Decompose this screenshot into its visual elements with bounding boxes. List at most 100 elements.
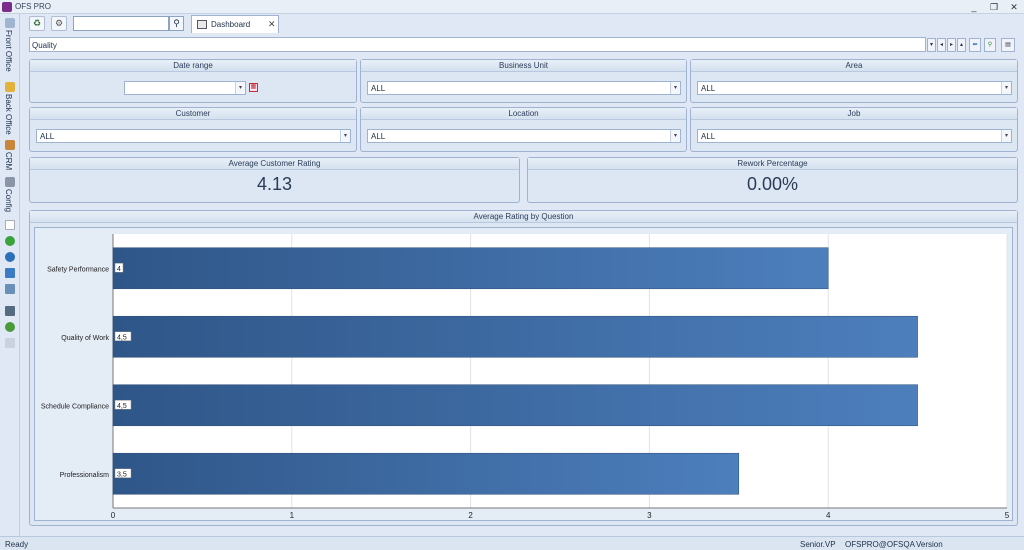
status-version: Version 2.3.6241.22611/1.0.0.0 [916,540,998,550]
crm-icon [5,140,15,150]
job-combo[interactable]: ALL ▾ [697,129,1012,143]
app-title: OFS PRO [15,2,52,11]
chevron-down-icon: ▾ [670,130,680,142]
avg-rating-panel: Average Customer Rating 4.13 [29,157,520,203]
prev-icon[interactable]: ◂ [937,38,946,52]
layout-icon[interactable]: ▤ [1001,38,1015,52]
globe-icon[interactable] [5,252,15,262]
chart-title: Average Rating by Question [30,211,1017,223]
zoom-icon[interactable]: ⚲ [984,38,996,52]
sidebar-tab-label: Config [4,189,13,213]
sidebar-tab-config[interactable]: Config [2,177,18,221]
panel-title: Customer [30,108,356,120]
data-label: 4 [117,266,121,273]
location-panel: Location ALL ▾ [360,107,687,152]
search-input[interactable] [73,16,169,31]
dashboard-icon [197,20,207,29]
rework-value: 0.00% [746,174,799,194]
customer-panel: Customer ALL ▾ [29,107,357,152]
data-label: 4,5 [117,403,127,410]
calendar-icon[interactable]: ▦ [249,83,258,92]
x-tick-label: 1 [290,511,295,520]
sidebar-tab-label: Front Office [4,30,13,72]
chevron-down-icon: ▾ [1001,82,1011,94]
dashboard-select[interactable]: Quality [29,37,926,52]
calculator-icon[interactable] [5,284,15,294]
tab-label: Dashboard [211,20,251,29]
combo-value: ALL [371,132,386,141]
windows-icon[interactable] [5,268,15,278]
settings-button[interactable]: ⚙ [51,16,67,31]
close-window-icon[interactable]: ✕ [1008,1,1020,13]
x-tick-label: 3 [647,511,652,520]
date-range-combo[interactable]: ▾ [124,81,246,95]
toolbar: ♻ ⚙ ⚲ Dashboard ✕ [21,15,1024,33]
title-bar: OFS PRO _ ❐ ✕ [0,0,1024,14]
area-combo[interactable]: ALL ▾ [697,81,1012,95]
monitor-icon[interactable] [5,306,15,316]
date-range-panel: Date range ▾ ▦ [29,59,357,103]
front-office-icon [5,18,15,28]
chevron-down-icon: ▾ [235,82,245,94]
category-label: Professionalism [60,472,110,479]
sidebar-tab-crm[interactable]: CRM [2,140,18,178]
chevron-down-icon: ▾ [340,130,350,142]
sidebar-tab-front-office[interactable]: Front Office [2,18,18,80]
bar [112,315,918,358]
up-icon[interactable]: ▴ [957,38,966,52]
data-label: 4,5 [117,334,127,341]
panel-title: Job [691,108,1017,120]
panel-title: Area [691,60,1017,72]
category-label: Quality of Work [61,335,109,342]
new-document-icon[interactable] [5,220,15,230]
wrench-icon [5,177,15,187]
category-label: Schedule Compliance [41,403,109,410]
panel-title: Location [361,108,686,120]
status-db: OFSPRO@OFSQA [845,540,915,549]
search-icon[interactable]: ⚲ [169,16,184,31]
chevron-down-icon: ▾ [1001,130,1011,142]
status-text: Ready [5,540,29,549]
chevron-down-icon: ▾ [670,82,680,94]
area-panel: Area ALL ▾ [690,59,1018,103]
business-unit-panel: Business Unit ALL ▾ [360,59,687,103]
combo-value: ALL [701,132,716,141]
side-nav: Front Office Back Office CRM Config [0,14,20,536]
panel-title: Rework Percentage [528,158,1017,170]
panel-title: Business Unit [361,60,686,72]
close-tab-icon[interactable]: ✕ [268,19,276,30]
data-label: 3,5 [117,471,127,478]
bar [112,384,918,427]
dropdown-icon[interactable]: ▾ [927,38,936,52]
minimize-icon[interactable]: _ [968,1,980,13]
chart-panel: Average Rating by Question 0 1 2 3 4 5 Safety … [29,210,1018,526]
back-office-icon [5,82,15,92]
avg-rating-value: 4.13 [256,174,293,194]
back-arrow-icon[interactable]: ⬅ [969,38,981,52]
bar [112,452,740,495]
next-icon[interactable]: ▸ [947,38,956,52]
chart-frame: 0 1 2 3 4 5 Safety Performance 4 Quality of Work… [34,227,1013,521]
bar [112,247,829,290]
panel-title: Date range [30,60,356,72]
customer-combo[interactable]: ALL ▾ [36,129,351,143]
sidebar-tab-back-office[interactable]: Back Office [2,82,18,144]
app-logo-icon [2,2,12,12]
status-user: Senior.VP [800,540,836,549]
panel-title: Average Customer Rating [30,158,519,170]
job-panel: Job ALL ▾ [690,107,1018,152]
help-icon[interactable] [5,322,15,332]
category-label: Safety Performance [47,266,109,273]
business-unit-combo[interactable]: ALL ▾ [367,81,681,95]
combo-value: ALL [371,84,386,93]
bar-chart: 0 1 2 3 4 5 Safety Performance 4 Quality of Work… [41,234,1010,520]
tab-dashboard[interactable]: Dashboard ✕ [191,15,279,33]
combo-value: ALL [40,132,55,141]
location-combo[interactable]: ALL ▾ [367,129,681,143]
x-tick-label: 2 [468,511,473,520]
restore-icon[interactable]: ❐ [988,1,1000,13]
dashboard-select-value: Quality [32,41,57,50]
refresh-icon[interactable] [5,236,15,246]
refresh-button[interactable]: ♻ [29,16,45,31]
mail-icon[interactable] [5,338,15,348]
